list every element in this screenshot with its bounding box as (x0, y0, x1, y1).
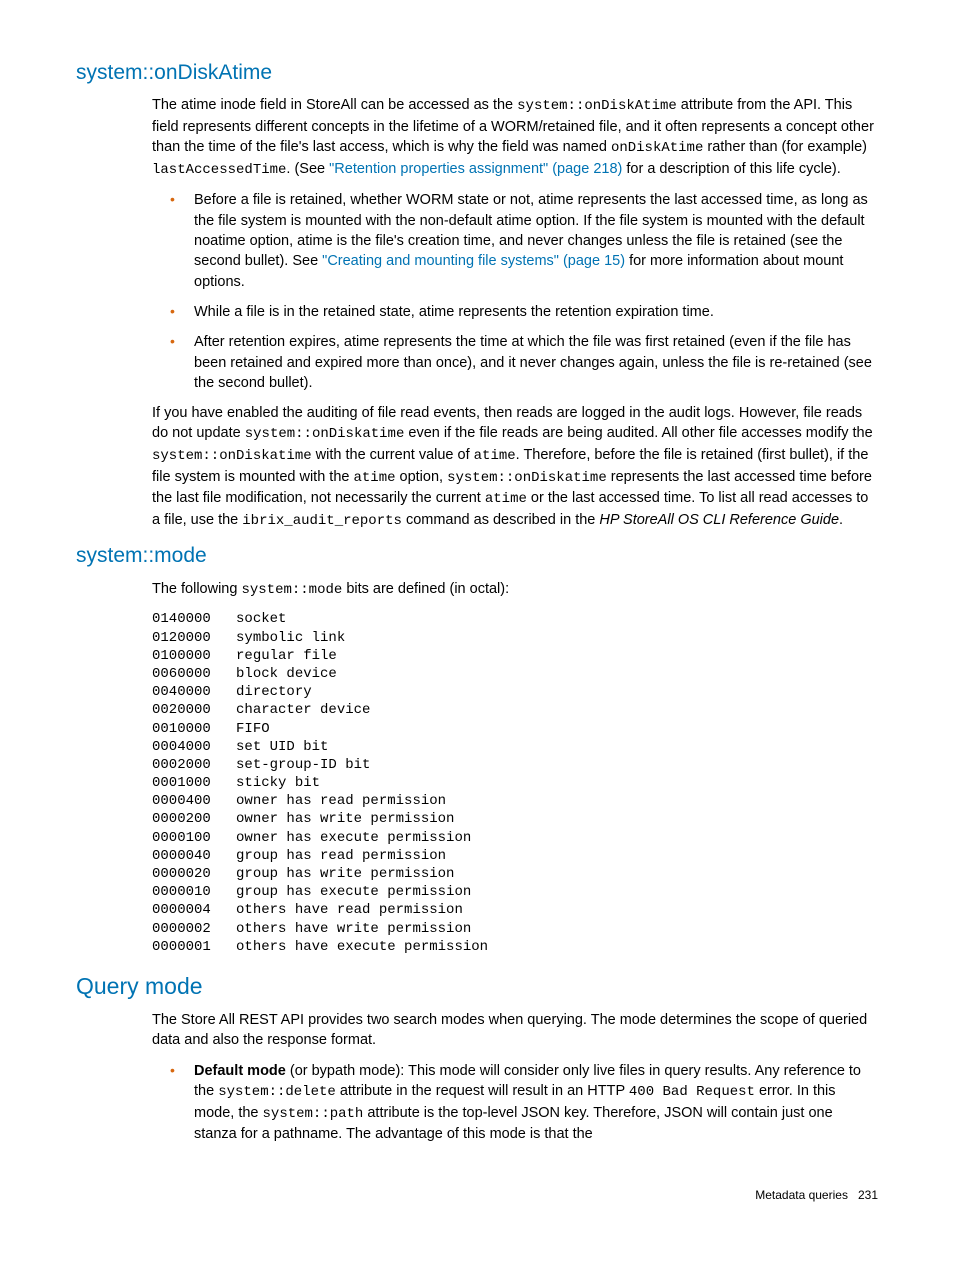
text: . (839, 512, 843, 528)
page-footer: Metadata queries 231 (76, 1187, 878, 1204)
code-text: 400 Bad Request (629, 1084, 755, 1100)
text: bits are defined (in octal): (342, 581, 509, 597)
code-text: system::onDiskatime (447, 470, 607, 486)
code-text: system::mode (241, 582, 342, 598)
bold-text: Default mode (194, 1063, 286, 1079)
bullet-list: Before a file is retained, whether WORM … (152, 190, 878, 393)
code-text: ibrix_audit_reports (242, 513, 402, 529)
code-text: system::onDiskatime (245, 426, 405, 442)
section-heading-systemmode: system::mode (76, 541, 878, 570)
code-text: system::onDiskAtime (517, 98, 677, 114)
list-item: Before a file is retained, whether WORM … (176, 190, 878, 291)
page-number: 231 (858, 1188, 878, 1202)
text: attribute in the request will result in … (336, 1083, 629, 1099)
code-text: system::delete (218, 1084, 336, 1100)
footer-label: Metadata queries (755, 1188, 848, 1202)
text: . (See (286, 161, 329, 177)
link-retention-properties[interactable]: "Retention properties assignment" (page … (329, 161, 622, 177)
section-heading-querymode: Query mode (76, 970, 878, 1002)
text: option, (396, 469, 448, 485)
text: with the current value of (312, 447, 474, 463)
code-text: onDiskAtime (611, 140, 703, 156)
paragraph: The atime inode field in StoreAll can be… (152, 95, 878, 180)
text: The atime inode field in StoreAll can be… (152, 97, 517, 113)
code-text: atime (353, 470, 395, 486)
text: even if the file reads are being audited… (404, 425, 872, 441)
paragraph: The Store All REST API provides two sear… (152, 1010, 878, 1051)
code-text: atime (485, 491, 527, 507)
text: The following (152, 581, 241, 597)
paragraph: The following system::mode bits are defi… (152, 579, 878, 601)
text: rather than (for example) (703, 139, 867, 155)
text: for a description of this life cycle). (622, 161, 840, 177)
italic-text: HP StoreAll OS CLI Reference Guide (599, 512, 839, 528)
text: command as described in the (402, 512, 599, 528)
section-heading-ondiskatime: system::onDiskAtime (76, 58, 878, 87)
list-item: Default mode (or bypath mode): This mode… (176, 1061, 878, 1145)
code-text: lastAccessedTime (152, 162, 286, 178)
code-text: system::onDiskatime (152, 448, 312, 464)
bullet-list: Default mode (or bypath mode): This mode… (152, 1061, 878, 1145)
list-item: After retention expires, atime represent… (176, 332, 878, 393)
code-text: system::path (263, 1106, 364, 1122)
paragraph: If you have enabled the auditing of file… (152, 403, 878, 531)
link-creating-mounting[interactable]: "Creating and mounting file systems" (pa… (322, 253, 625, 269)
list-item: While a file is in the retained state, a… (176, 302, 878, 322)
code-text: atime (474, 448, 516, 464)
mode-bits-table: 0140000 socket 0120000 symbolic link 010… (152, 610, 878, 956)
